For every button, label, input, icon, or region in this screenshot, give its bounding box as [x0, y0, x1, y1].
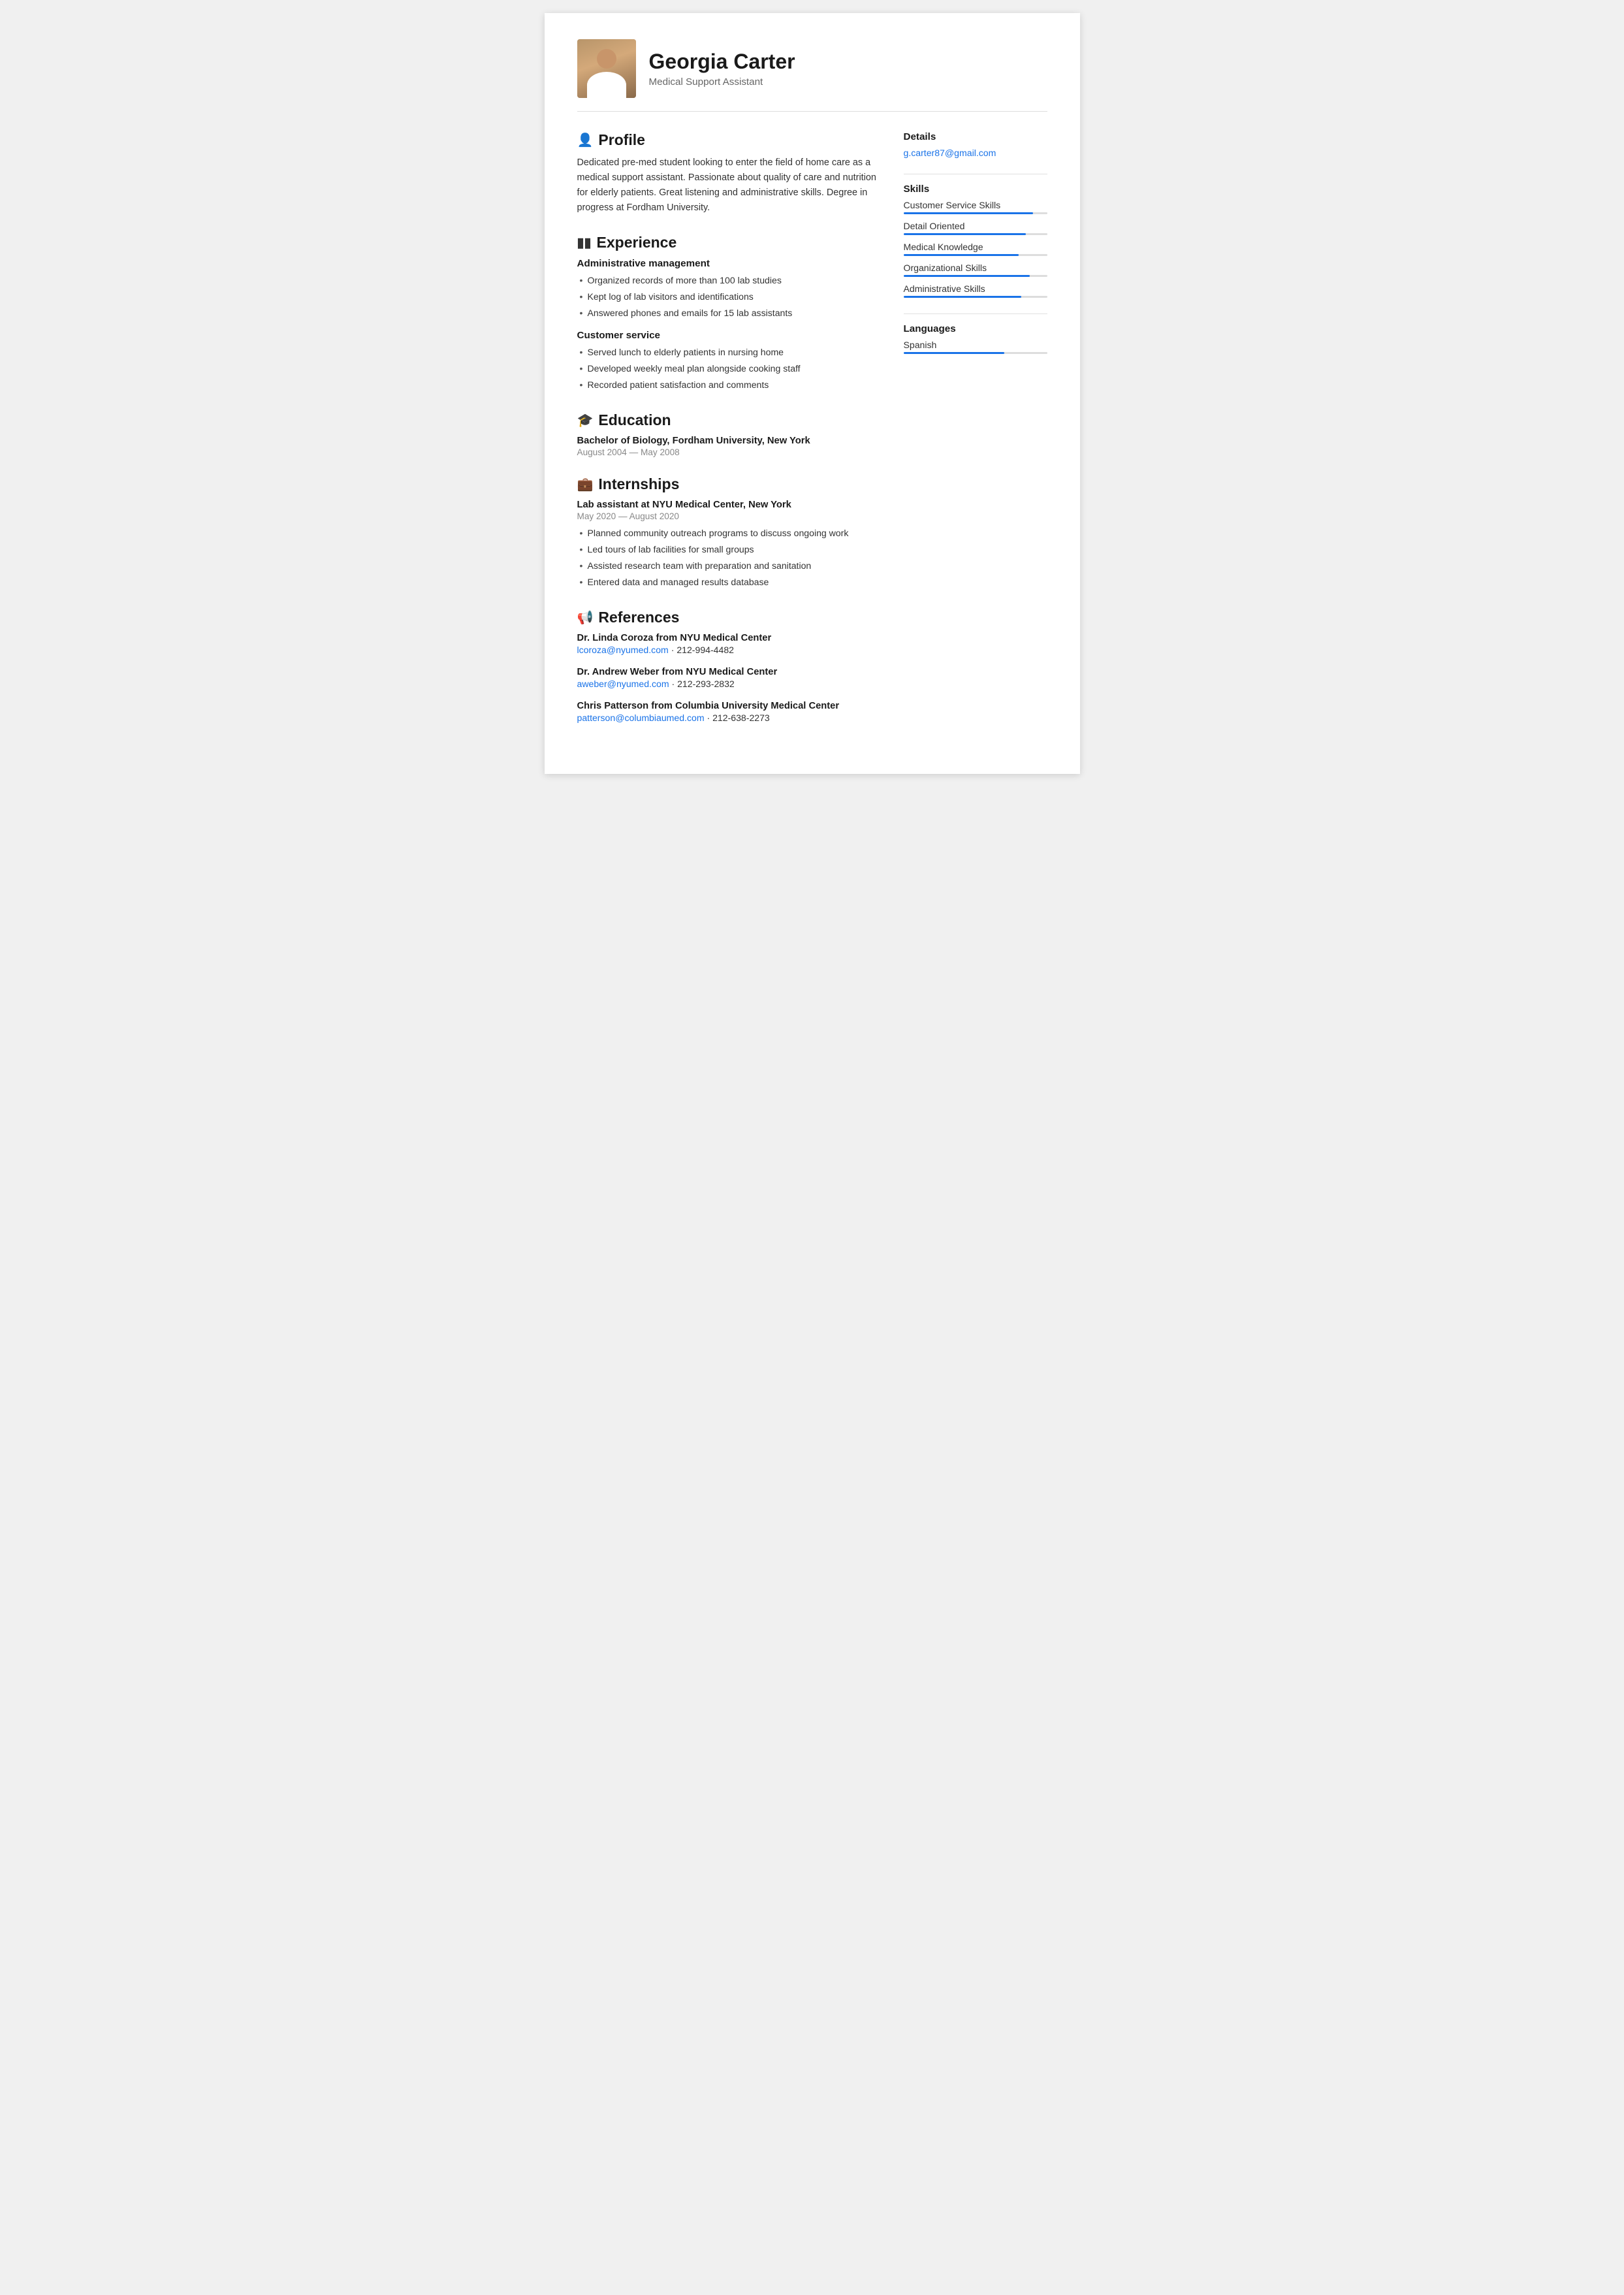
main-column: 👤 Profile Dedicated pre-med student look… — [577, 131, 878, 741]
sidebar: Details g.carter87@gmail.com Skills Cust… — [904, 131, 1047, 741]
bullet-item: Answered phones and emails for 15 lab as… — [577, 305, 878, 321]
header-info: Georgia Carter Medical Support Assistant — [649, 50, 795, 88]
skill-5-label: Administrative Skills — [904, 283, 1047, 294]
lang-1-bar-bg — [904, 352, 1047, 354]
skill-item-2: Detail Oriented — [904, 221, 1047, 235]
skill-3-label: Medical Knowledge — [904, 242, 1047, 252]
bullet-item: Recorded patient satisfaction and commen… — [577, 377, 878, 393]
ref-2-separator: · — [671, 679, 677, 689]
skill-3-bar-fill — [904, 254, 1019, 256]
exp-role-2: Customer service Served lunch to elderly… — [577, 330, 878, 393]
details-email[interactable]: g.carter87@gmail.com — [904, 148, 1047, 158]
candidate-name: Georgia Carter — [649, 50, 795, 74]
skills-section: Skills Customer Service Skills Detail Or… — [904, 184, 1047, 298]
internship-role-title: Lab assistant at NYU Medical Center, New… — [577, 500, 878, 510]
skills-title: Skills — [904, 184, 1047, 195]
skill-1-label: Customer Service Skills — [904, 200, 1047, 210]
ref-3-email[interactable]: patterson@columbiaumed.com — [577, 713, 705, 723]
experience-icon: ▮▮ — [577, 234, 592, 251]
bullet-item: Served lunch to elderly patients in nurs… — [577, 344, 878, 361]
internships-icon: 💼 — [577, 476, 594, 492]
skill-item-4: Organizational Skills — [904, 263, 1047, 277]
ref-3-name: Chris Patterson from Columbia University… — [577, 701, 878, 711]
education-icon: 🎓 — [577, 412, 594, 428]
skill-4-bar-fill — [904, 275, 1030, 277]
skill-item-1: Customer Service Skills — [904, 200, 1047, 214]
profile-section-title: 👤 Profile — [577, 131, 878, 149]
skill-item-5: Administrative Skills — [904, 283, 1047, 298]
lang-1-bar-fill — [904, 352, 1004, 354]
ref-3-contact: patterson@columbiaumed.com · 212-638-227… — [577, 713, 878, 723]
lang-1-label: Spanish — [904, 340, 1047, 350]
ref-1-email[interactable]: lcoroza@nyumed.com — [577, 645, 669, 655]
internship-bullets: Planned community outreach programs to d… — [577, 525, 878, 590]
bullet-item: Assisted research team with preparation … — [577, 558, 878, 574]
skill-4-bar-bg — [904, 275, 1047, 277]
exp-role-2-bullets: Served lunch to elderly patients in nurs… — [577, 344, 878, 393]
skill-3-bar-bg — [904, 254, 1047, 256]
reference-item-1: Dr. Linda Coroza from NYU Medical Center… — [577, 633, 878, 655]
lang-item-1: Spanish — [904, 340, 1047, 354]
candidate-title: Medical Support Assistant — [649, 76, 795, 88]
bullet-item: Organized records of more than 100 lab s… — [577, 272, 878, 289]
skill-4-label: Organizational Skills — [904, 263, 1047, 273]
ref-3-phone: 212-638-2273 — [712, 713, 770, 723]
skill-1-bar-bg — [904, 212, 1047, 214]
education-dates: August 2004 — May 2008 — [577, 447, 878, 457]
ref-2-contact: aweber@nyumed.com · 212-293-2832 — [577, 679, 878, 689]
details-section: Details g.carter87@gmail.com — [904, 131, 1047, 158]
resume-page: Georgia Carter Medical Support Assistant… — [545, 13, 1080, 774]
internships-section-title: 💼 Internships — [577, 475, 878, 493]
ref-1-phone: 212-994-4482 — [677, 645, 734, 655]
reference-item-2: Dr. Andrew Weber from NYU Medical Center… — [577, 667, 878, 689]
bullet-item: Entered data and managed results databas… — [577, 574, 878, 590]
ref-2-name: Dr. Andrew Weber from NYU Medical Center — [577, 667, 878, 677]
references-section: 📢 References Dr. Linda Coroza from NYU M… — [577, 609, 878, 723]
ref-3-separator: · — [707, 713, 712, 723]
experience-section: ▮▮ Experience Administrative management … — [577, 234, 878, 393]
bullet-item: Developed weekly meal plan alongside coo… — [577, 361, 878, 377]
exp-role-1: Administrative management Organized reco… — [577, 258, 878, 321]
education-section: 🎓 Education Bachelor of Biology, Fordham… — [577, 411, 878, 457]
ref-2-email[interactable]: aweber@nyumed.com — [577, 679, 669, 689]
internships-section: 💼 Internships Lab assistant at NYU Medic… — [577, 475, 878, 590]
ref-1-contact: lcoroza@nyumed.com · 212-994-4482 — [577, 645, 878, 655]
details-title: Details — [904, 131, 1047, 142]
exp-role-1-title: Administrative management — [577, 258, 878, 269]
profile-section: 👤 Profile Dedicated pre-med student look… — [577, 131, 878, 216]
bullet-item: Kept log of lab visitors and identificat… — [577, 289, 878, 305]
experience-section-title: ▮▮ Experience — [577, 234, 878, 251]
profile-text: Dedicated pre-med student looking to ent… — [577, 155, 878, 216]
ref-2-phone: 212-293-2832 — [677, 679, 735, 689]
skill-2-bar-bg — [904, 233, 1047, 235]
reference-item-3: Chris Patterson from Columbia University… — [577, 701, 878, 723]
exp-role-1-bullets: Organized records of more than 100 lab s… — [577, 272, 878, 321]
skill-2-label: Detail Oriented — [904, 221, 1047, 231]
references-section-title: 📢 References — [577, 609, 878, 626]
references-icon: 📢 — [577, 609, 594, 626]
avatar — [577, 39, 636, 98]
bullet-item: Led tours of lab facilities for small gr… — [577, 541, 878, 558]
skill-1-bar-fill — [904, 212, 1033, 214]
exp-role-2-title: Customer service — [577, 330, 878, 341]
languages-title: Languages — [904, 323, 1047, 334]
internship-dates: May 2020 — August 2020 — [577, 511, 878, 521]
bullet-item: Planned community outreach programs to d… — [577, 525, 878, 541]
education-section-title: 🎓 Education — [577, 411, 878, 429]
skill-2-bar-fill — [904, 233, 1026, 235]
ref-1-name: Dr. Linda Coroza from NYU Medical Center — [577, 633, 878, 643]
profile-icon: 👤 — [577, 132, 594, 148]
languages-section: Languages Spanish — [904, 323, 1047, 354]
skill-5-bar-bg — [904, 296, 1047, 298]
education-degree: Bachelor of Biology, Fordham University,… — [577, 436, 878, 446]
resume-header: Georgia Carter Medical Support Assistant — [577, 39, 1047, 112]
divider-2 — [904, 313, 1047, 314]
skill-item-3: Medical Knowledge — [904, 242, 1047, 256]
skill-5-bar-fill — [904, 296, 1021, 298]
body-layout: 👤 Profile Dedicated pre-med student look… — [577, 131, 1047, 741]
